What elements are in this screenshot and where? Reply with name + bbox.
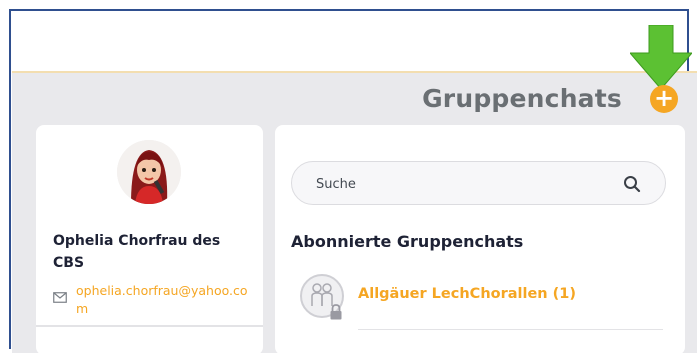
profile-email-link[interactable]: ophelia.chorfrau@yahoo.com [76,282,256,318]
lock-icon [330,304,342,320]
search-bar [291,161,666,205]
annotation-arrow-icon [630,25,692,89]
list-item[interactable]: Allgäuer LechChorallen (1) [300,274,665,330]
chat-divider [358,329,663,330]
envelope-icon [53,292,67,303]
user-avatar-icon [117,140,181,204]
profile-divider [36,325,263,327]
search-icon[interactable] [623,175,641,193]
add-group-chat-button[interactable]: + [650,85,678,113]
chat-name-link[interactable]: Allgäuer LechChorallen (1) [358,286,576,302]
profile-name: Ophelia Chorfrau des CBS [53,233,221,271]
page-title: Gruppenchats [422,84,622,113]
section-title: Abonnierte Gruppenchats [291,232,524,251]
avatar[interactable] [117,140,181,204]
search-input[interactable] [314,173,618,195]
